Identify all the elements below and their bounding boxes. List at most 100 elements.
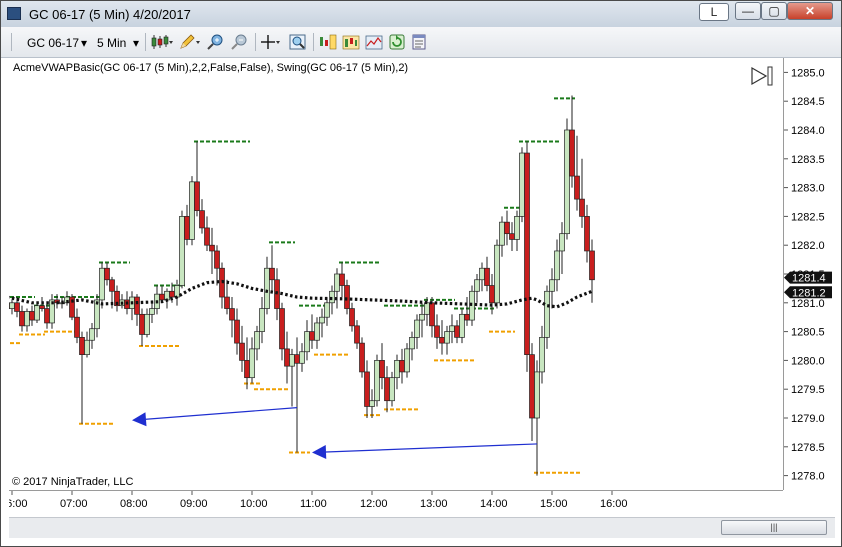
candle-up: [144, 313, 150, 335]
price-tick-label: 1278.0: [791, 471, 825, 483]
candle-down: [349, 308, 355, 327]
candle-down: [239, 342, 245, 361]
toolbar-separator: [313, 33, 314, 51]
price-axis-canvas: 1278.0 1278.5 1279.0 1279.5 1280.0 1280.5 1281…: [784, 67, 832, 483]
price-tick-label: 1285.0: [791, 67, 825, 79]
candle-up: [534, 371, 540, 419]
price-tick-label: 1278.5: [791, 442, 825, 454]
toolbar-separator: [255, 33, 256, 51]
price-tick-label: 1282.5: [791, 211, 825, 223]
candle-down: [184, 216, 190, 240]
candle-down: [269, 267, 275, 281]
link-button[interactable]: L: [699, 3, 729, 21]
time-tick-label: 15:00: [540, 498, 568, 510]
time-tick-label: 16:00: [600, 498, 628, 510]
candle-down: [159, 293, 165, 301]
pencil-draw-icon[interactable]: [179, 34, 201, 50]
candle-up: [514, 216, 520, 240]
candle-down: [589, 250, 595, 281]
candle-up: [299, 351, 305, 364]
candle-down: [204, 227, 210, 246]
price-axis[interactable]: 1278.0 1278.5 1279.0 1279.5 1280.0 1280.5 1281…: [783, 58, 836, 490]
price-tick-label: 1280.0: [791, 355, 825, 367]
scroll-end-icon: [767, 66, 773, 86]
play-marker-icon: [751, 66, 768, 86]
time-tick-label: 10:00: [240, 498, 268, 510]
time-axis[interactable]: 06:00 07:00 08:00 09:00 10:00 11:00 12:00 13:00…: [0, 490, 783, 513]
price-tick-label: 1284.0: [791, 125, 825, 137]
maximize-button[interactable]: ▢: [761, 2, 787, 20]
price-tick-label: 1279.5: [791, 384, 825, 396]
candle-down: [364, 371, 370, 407]
chart-window: GC 06-17 (5 Min) 4/20/2017 L — ▢ ✕ GC 06…: [0, 0, 842, 547]
candle-up: [494, 244, 500, 304]
candle-down: [14, 302, 20, 312]
candle-down: [429, 302, 435, 327]
refresh-icon[interactable]: [389, 34, 405, 50]
candle-up: [99, 267, 105, 301]
candle-up: [259, 308, 265, 332]
candle-up: [324, 302, 330, 318]
time-tick-label: 09:00: [180, 498, 208, 510]
candlestick-style-icon[interactable]: [151, 34, 173, 50]
horizontal-scrollbar[interactable]: |||: [9, 517, 835, 538]
candle-up: [479, 267, 485, 281]
app-icon: [7, 7, 21, 20]
interval-label: 5 Min: [97, 36, 127, 50]
candle-up: [334, 273, 340, 292]
candle-down: [39, 305, 45, 309]
candle-up: [369, 400, 375, 407]
candle-down: [464, 313, 470, 321]
annotation-arrowhead: [132, 412, 147, 427]
candle-down: [29, 311, 35, 321]
candle-down: [359, 342, 365, 373]
price-chart[interactable]: [4, 58, 783, 490]
candle-up: [374, 360, 380, 402]
close-button[interactable]: ✕: [787, 2, 833, 20]
strategies-icon[interactable]: [365, 34, 383, 50]
candle-down: [199, 210, 205, 229]
candle-down: [379, 360, 385, 379]
scrollbar-thumb[interactable]: |||: [721, 520, 827, 535]
last-price-label: 1281.4: [792, 273, 826, 285]
candle-down: [344, 285, 350, 309]
candle-up: [404, 348, 410, 373]
candle-up: [394, 360, 400, 379]
candle-down: [574, 175, 580, 200]
candle-down: [234, 319, 240, 344]
minimize-button[interactable]: —: [735, 2, 761, 20]
candle-down: [279, 308, 285, 350]
candle-up: [419, 313, 425, 321]
magnifier-window-icon[interactable]: [289, 34, 307, 50]
zoom-out-cursor-icon[interactable]: [231, 34, 249, 50]
candle-down: [354, 325, 360, 344]
candle-down: [109, 279, 115, 292]
crosshair-icon[interactable]: [261, 34, 281, 50]
time-axis-canvas: 06:00 07:00 08:00 09:00 10:00 11:00 12:00 13:00…: [0, 491, 628, 510]
candle-up: [539, 337, 545, 373]
candle-up: [444, 331, 450, 344]
price-tick-label: 1283.0: [791, 183, 825, 195]
candle-up: [264, 267, 270, 309]
zoom-in-cursor-icon[interactable]: [207, 34, 225, 50]
chevron-down-icon: ▾: [133, 36, 140, 50]
candle-up: [84, 339, 90, 355]
candle-up: [499, 221, 505, 246]
candle-up: [564, 129, 570, 235]
chart-canvas[interactable]: [4, 58, 783, 490]
candle-up: [249, 348, 255, 379]
price-tick-label: 1281.0: [791, 298, 825, 310]
candle-down: [244, 360, 250, 379]
candle-down: [294, 354, 300, 364]
properties-icon[interactable]: [411, 34, 427, 50]
data-series-icon[interactable]: [319, 34, 337, 50]
time-tick-label: 13:00: [420, 498, 448, 510]
time-tick-label: 07:00: [60, 498, 88, 510]
indicators-icon[interactable]: [342, 34, 360, 50]
candle-down: [19, 311, 25, 327]
price-tick-label: 1282.0: [791, 240, 825, 252]
candle-down: [509, 233, 515, 240]
candle-up: [24, 311, 30, 327]
title-bar[interactable]: GC 06-17 (5 Min) 4/20/2017 L — ▢ ✕: [1, 1, 841, 27]
candle-up: [289, 354, 295, 367]
